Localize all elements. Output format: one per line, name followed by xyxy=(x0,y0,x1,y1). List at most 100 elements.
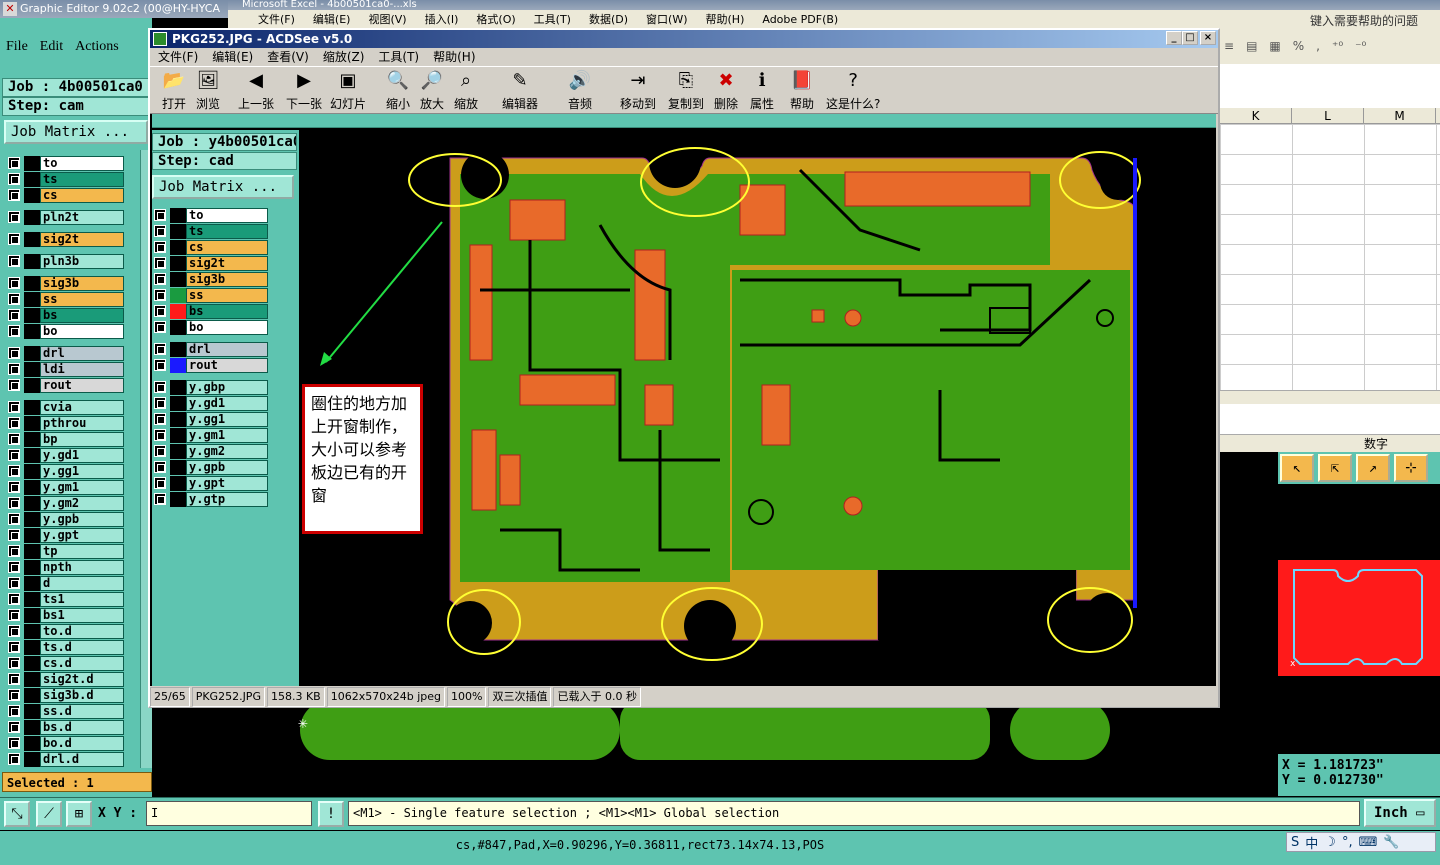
layer-checkbox[interactable] xyxy=(154,273,166,285)
layer-row[interactable]: to xyxy=(6,156,124,171)
layer-checkbox[interactable] xyxy=(8,157,20,169)
layer-row[interactable]: pln3b xyxy=(6,254,124,269)
layer-checkbox[interactable] xyxy=(154,209,166,221)
layer-row[interactable]: rout xyxy=(152,358,268,373)
layer-checkbox[interactable] xyxy=(8,689,20,701)
layer-checkbox[interactable] xyxy=(154,289,166,301)
layer-checkbox[interactable] xyxy=(8,233,20,245)
decrease-decimal-icon[interactable]: ⁻⁰ xyxy=(1355,39,1366,53)
excel-menu-item[interactable]: 插入(I) xyxy=(425,11,459,27)
layer-row[interactable]: y.gpt xyxy=(6,528,124,543)
acdsee-menu-item[interactable]: 文件(F) xyxy=(158,48,198,66)
excel-menu-item[interactable]: 格式(O) xyxy=(476,11,515,27)
excel-horizontal-scrollbar[interactable] xyxy=(1220,390,1440,404)
layer-row[interactable]: ldi xyxy=(6,362,124,377)
layer-checkbox[interactable] xyxy=(8,379,20,391)
toolbar-button-0[interactable]: 📂 打开 xyxy=(162,69,186,112)
layer-row[interactable]: bs1 xyxy=(6,608,124,623)
layer-row[interactable]: ss xyxy=(152,288,268,303)
toolbar-button-6[interactable]: 🔎 放大 xyxy=(420,69,444,112)
layer-row[interactable]: ts xyxy=(152,224,268,239)
toolbar-button-5[interactable]: 🔍 缩小 xyxy=(386,69,410,112)
layer-row[interactable]: cs xyxy=(152,240,268,255)
acdsee-menu-item[interactable]: 查看(V) xyxy=(267,48,309,66)
acdsee-menu-item[interactable]: 缩放(Z) xyxy=(323,48,365,66)
layer-row[interactable]: tp xyxy=(6,544,124,559)
toolbar-button-11[interactable]: ⎘ 复制到 xyxy=(668,69,704,112)
acdsee-menu-item[interactable]: 工具(T) xyxy=(378,48,419,66)
excel-menu-item[interactable]: 帮助(H) xyxy=(706,11,745,27)
layer-row[interactable]: y.gm1 xyxy=(6,480,124,495)
excel-menu-item[interactable]: Adobe PDF(B) xyxy=(762,13,838,26)
layer-checkbox[interactable] xyxy=(8,309,20,321)
layer-row[interactable]: bs xyxy=(152,304,268,319)
layer-row[interactable]: bp xyxy=(6,432,124,447)
layer-checkbox[interactable] xyxy=(8,561,20,573)
toolbar-button-4[interactable]: ▣ 幻灯片 xyxy=(330,69,366,112)
layer-checkbox[interactable] xyxy=(154,381,166,393)
toolbar-button-1[interactable]: 🖼 浏览 xyxy=(196,69,220,112)
toolbar-button-7[interactable]: ⌕ 缩放 xyxy=(454,69,478,112)
layer-row[interactable]: rout xyxy=(6,378,124,393)
layer-checkbox[interactable] xyxy=(8,401,20,413)
layer-row[interactable]: pthrou xyxy=(6,416,124,431)
job-matrix-button[interactable]: Job Matrix ... xyxy=(4,120,148,144)
column-header[interactable]: L xyxy=(1292,108,1364,123)
punctuation-icon[interactable]: °, xyxy=(1342,835,1353,850)
layer-row[interactable]: ss.d xyxy=(6,704,124,719)
xy-input[interactable]: I xyxy=(146,801,312,826)
layer-checkbox[interactable] xyxy=(8,255,20,267)
layer-checkbox[interactable] xyxy=(8,609,20,621)
toolbar-button-10[interactable]: ⇥ 移动到 xyxy=(620,69,656,112)
layer-checkbox[interactable] xyxy=(8,465,20,477)
close-button[interactable]: × xyxy=(1200,31,1216,45)
excel-menu-item[interactable]: 数据(D) xyxy=(589,11,628,27)
layer-row[interactable]: sig2t.d xyxy=(6,672,124,687)
layer-checkbox[interactable] xyxy=(8,449,20,461)
layer-checkbox[interactable] xyxy=(154,477,166,489)
layer-checkbox[interactable] xyxy=(8,211,20,223)
toolbar-button-2[interactable]: ◀ 上一张 xyxy=(238,69,274,112)
menu-edit[interactable]: Edit xyxy=(40,30,63,64)
layer-checkbox[interactable] xyxy=(154,225,166,237)
layer-row[interactable]: y.gpb xyxy=(6,512,124,527)
layer-row[interactable]: bo xyxy=(152,320,268,335)
settings-icon[interactable]: 🔧 xyxy=(1383,835,1399,850)
layer-checkbox[interactable] xyxy=(154,493,166,505)
units-button[interactable]: Inch ▭ xyxy=(1364,799,1436,827)
layer-checkbox[interactable] xyxy=(8,673,20,685)
excel-menu-item[interactable]: 工具(T) xyxy=(534,11,571,27)
layer-row[interactable]: sig2t xyxy=(6,232,124,247)
layer-row[interactable]: to.d xyxy=(6,624,124,639)
chinese-mode-icon[interactable]: 中 xyxy=(1305,833,1318,852)
snap-icon[interactable]: ⊹ xyxy=(1394,454,1428,482)
layer-checkbox[interactable] xyxy=(154,343,166,355)
layer-checkbox[interactable] xyxy=(8,497,20,509)
layer-row[interactable]: to xyxy=(152,208,268,223)
toolbar-button-14[interactable]: 📕 帮助 xyxy=(790,69,814,112)
layer-row[interactable]: y.gpt xyxy=(152,476,268,491)
layer-checkbox[interactable] xyxy=(8,513,20,525)
layer-checkbox[interactable] xyxy=(8,657,20,669)
column-header[interactable]: K xyxy=(1220,108,1292,123)
align-right-icon[interactable]: ≡ xyxy=(1224,39,1234,53)
layer-row[interactable]: ts xyxy=(6,172,124,187)
layer-checkbox[interactable] xyxy=(8,753,20,765)
toolbar-button-3[interactable]: ▶ 下一张 xyxy=(286,69,322,112)
layer-checkbox[interactable] xyxy=(8,347,20,359)
percent-icon[interactable]: % xyxy=(1293,39,1304,53)
select-line-icon[interactable]: ↗ xyxy=(1356,454,1390,482)
acdsee-menu-item[interactable]: 帮助(H) xyxy=(433,48,475,66)
layer-row[interactable]: y.gd1 xyxy=(152,396,268,411)
comma-icon[interactable]: , xyxy=(1316,39,1320,53)
layer-checkbox[interactable] xyxy=(8,189,20,201)
layer-row[interactable]: y.gtp xyxy=(152,492,268,507)
layer-checkbox[interactable] xyxy=(8,481,20,493)
layer-checkbox[interactable] xyxy=(8,705,20,717)
merge-center-icon[interactable]: ▤ xyxy=(1246,39,1257,53)
layer-checkbox[interactable] xyxy=(8,529,20,541)
toolbar-button-13[interactable]: ℹ 属性 xyxy=(750,69,774,112)
layer-row[interactable]: y.gbp xyxy=(152,380,268,395)
layer-checkbox[interactable] xyxy=(8,363,20,375)
excel-help-box[interactable]: 键入需要帮助的问题 xyxy=(1310,12,1418,29)
